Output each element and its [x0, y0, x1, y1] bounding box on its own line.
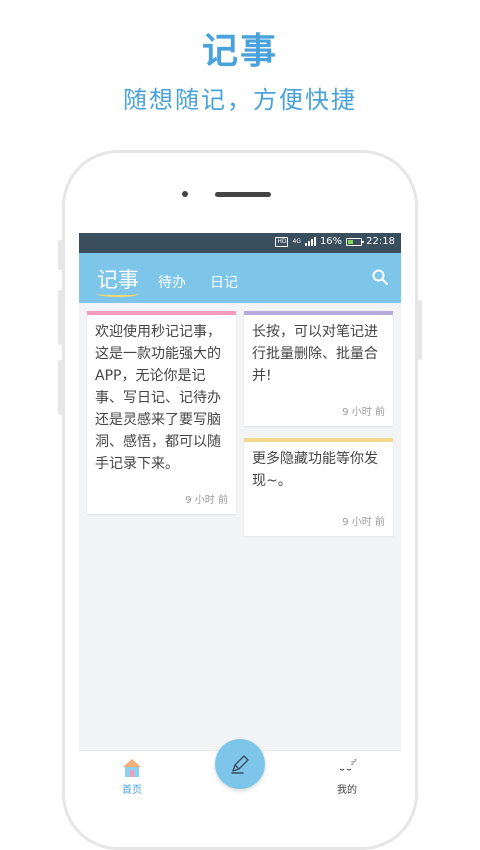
search-icon[interactable] — [372, 269, 388, 285]
status-bar-right: HD 4G 16% 22:18 — [275, 236, 395, 247]
tab-notes-underline — [97, 291, 139, 297]
phone-side-button-right — [417, 300, 422, 360]
note-time: 9 小时 前 — [185, 495, 228, 506]
tab-todo[interactable]: 待办 — [158, 272, 186, 292]
pencil-icon — [231, 755, 249, 774]
note-color-strip — [244, 311, 393, 315]
home-icon — [123, 759, 141, 777]
status-bar: HD 4G 16% 22:18 — [79, 233, 401, 253]
battery-percent: 16% — [319, 236, 343, 247]
note-card[interactable]: 长按，可以对笔记进行批量删除、批量合并! 9 小时 前 — [244, 311, 393, 426]
nav-home[interactable]: 首页 — [102, 757, 162, 796]
note-card[interactable]: 欢迎使用秒记记事，这是一款功能强大的APP，无论你是记事、写日记、记待办还是灵感… — [87, 311, 236, 514]
note-text: 长按，可以对笔记进行批量删除、批量合并! — [252, 324, 378, 384]
new-note-fab[interactable] — [215, 739, 265, 789]
promo-title: 记事 — [201, 31, 278, 72]
battery-icon — [346, 237, 365, 246]
note-text: 更多隐藏功能等你发现~。 — [252, 451, 378, 489]
note-time: 9 小时 前 — [342, 517, 385, 528]
svg-text:z: z — [354, 758, 357, 764]
tab-notes[interactable]: 记事 — [97, 264, 139, 294]
signal-icon — [304, 237, 316, 246]
sleeping-face-icon: z z — [339, 758, 357, 771]
note-card[interactable]: 更多隐藏功能等你发现~。 9 小时 前 — [244, 438, 393, 536]
nav-mine[interactable]: z z 我的 — [317, 757, 377, 796]
phone-side-button-left-1 — [58, 240, 63, 270]
phone-speaker — [215, 192, 271, 197]
app-bar: 记事 待办 日记 — [79, 253, 401, 303]
hd-badge: HD — [275, 236, 289, 247]
note-color-strip — [244, 438, 393, 442]
status-time: 22:18 — [366, 236, 395, 247]
tab-diary[interactable]: 日记 — [210, 272, 238, 292]
app-screen: HD 4G 16% 22:18 记事 待办 日记 欢迎使用秒记记事，这是一款功能… — [79, 233, 401, 800]
nav-home-label: 首页 — [122, 785, 142, 796]
phone-side-button-left-2 — [58, 290, 63, 345]
network-label: 4G — [292, 238, 301, 245]
nav-mine-label: 我的 — [337, 785, 357, 796]
phone-camera — [182, 191, 188, 197]
phone-side-button-left-3 — [58, 360, 63, 415]
note-color-strip — [87, 311, 236, 315]
promo-subtitle: 随想随记，方便快捷 — [123, 86, 357, 114]
note-time: 9 小时 前 — [342, 407, 385, 418]
note-text: 欢迎使用秒记记事，这是一款功能强大的APP，无论你是记事、写日记、记待办还是灵感… — [95, 324, 221, 472]
